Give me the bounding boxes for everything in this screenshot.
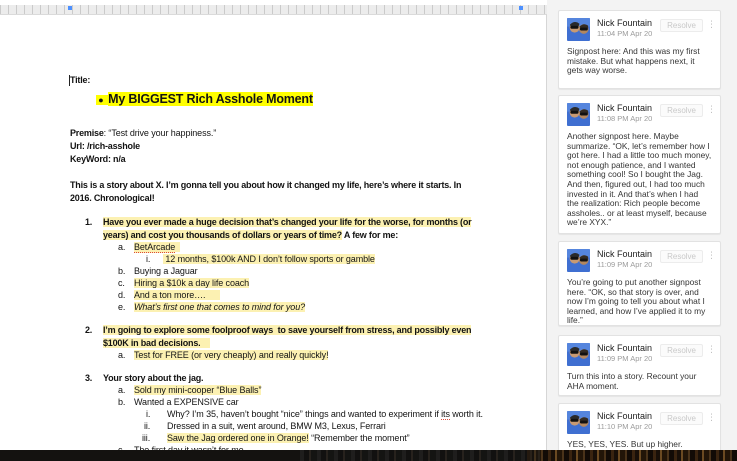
background-texture: [300, 450, 540, 461]
list-marker: 1.: [85, 217, 92, 228]
avatar: [567, 249, 590, 272]
doc-text: Premise: “Test drive your happiness.”: [70, 128, 216, 139]
comment-author: Nick Fountain: [597, 411, 652, 421]
doc-text: Dressed in a suit, went around, BMW M3, …: [167, 421, 386, 432]
background-window-strip: [0, 450, 737, 461]
doc-text: Buying a Jaguar: [134, 266, 198, 277]
indent-marker[interactable]: [68, 6, 72, 10]
doc-text: ● My BIGGEST Rich Asshole Moment: [96, 94, 313, 106]
list-marker: 2.: [85, 325, 92, 336]
list-marker: a.: [118, 350, 125, 361]
doc-text: Test for FREE (or very cheaply) and real…: [134, 350, 328, 361]
doc-text: KeyWord: n/a: [70, 154, 125, 165]
doc-text: Have you ever made a huge decision that’…: [103, 217, 471, 228]
list-marker: i.: [146, 409, 150, 420]
comment-body: Another signpost here. Maybe summarize. …: [567, 132, 712, 228]
comment-author: Nick Fountain: [597, 343, 652, 353]
comment-timestamp: 11:09 PM Apr 20: [597, 354, 652, 363]
doc-text: Wanted a EXPENSIVE car: [134, 397, 239, 408]
doc-text: Url: /rich-asshole: [70, 141, 140, 152]
list-marker: c.: [118, 278, 125, 289]
doc-text: 2016. Chronological!: [70, 193, 155, 204]
list-marker: e.: [118, 302, 125, 313]
docs-window: Title: ● My BIGGEST Rich Asshole Moment P…: [0, 0, 737, 461]
doc-text: Sold my mini-cooper “Blue Balls”: [134, 385, 261, 396]
comment-card[interactable]: Nick Fountain11:09 PM Apr 20 Resolve ⋮ Turn…: [558, 335, 721, 396]
avatar: [567, 18, 590, 41]
comment-timestamp: 11:09 PM Apr 20: [597, 260, 652, 269]
list-marker: b.: [118, 397, 125, 408]
resolve-button[interactable]: Resolve: [660, 412, 703, 425]
list-marker: a.: [118, 242, 125, 253]
doc-text: This is a story about X. I’m gonna tell …: [70, 180, 461, 191]
doc-text: Title:: [70, 75, 90, 86]
resolve-button[interactable]: Resolve: [660, 250, 703, 263]
right-indent-marker[interactable]: [519, 6, 523, 10]
comment-body: Turn this into a story. Recount your AHA…: [567, 372, 712, 391]
comment-author: Nick Fountain: [597, 18, 652, 28]
resolve-button[interactable]: Resolve: [660, 19, 703, 32]
comment-author: Nick Fountain: [597, 103, 652, 113]
comment-timestamp: 11:10 PM Apr 20: [597, 422, 652, 431]
list-marker: ii.: [144, 421, 150, 432]
comment-menu-icon[interactable]: ⋮: [707, 413, 716, 422]
doc-text: BetArcade: [134, 242, 180, 253]
comment-card[interactable]: Nick Fountain11:09 PM Apr 20 Resolve ⋮ You’…: [558, 241, 721, 326]
comment-body: You’re going to put another signpost her…: [567, 278, 712, 326]
doc-text: $100K in bad decisions.: [103, 338, 210, 349]
resolve-button[interactable]: Resolve: [660, 104, 703, 117]
list-marker: d.: [118, 290, 125, 301]
avatar: [567, 103, 590, 126]
list-marker: iii.: [142, 433, 150, 444]
doc-text: And a ton more….: [134, 290, 220, 301]
doc-text: Why? I’m 35, haven’t bought “nice” thing…: [167, 409, 483, 420]
comment-body: YES, YES, YES. But up higher.: [567, 440, 712, 450]
comment-author: Nick Fountain: [597, 249, 652, 259]
background-texture: [527, 450, 737, 461]
comment-timestamp: 11:08 PM Apr 20: [597, 114, 652, 123]
comment-menu-icon[interactable]: ⋮: [707, 345, 716, 354]
comment-menu-icon[interactable]: ⋮: [707, 20, 716, 29]
comment-body: Signpost here: And this was my first mis…: [567, 47, 712, 76]
list-marker: a.: [118, 385, 125, 396]
avatar: [567, 411, 590, 434]
doc-text: I’m going to explore some foolproof ways…: [103, 325, 471, 336]
doc-text: Saw the Jag ordered one in Orange! “Reme…: [167, 433, 410, 444]
list-marker: 3.: [85, 373, 92, 384]
list-marker: i.: [146, 254, 150, 265]
comment-card[interactable]: Nick Fountain11:04 PM Apr 20 Resolve ⋮ Sign…: [558, 10, 721, 89]
doc-page[interactable]: Title: ● My BIGGEST Rich Asshole Moment P…: [0, 14, 547, 461]
comment-menu-icon[interactable]: ⋮: [707, 105, 716, 114]
doc-text: 12 months, $100k AND I don’t follow spor…: [163, 254, 375, 265]
doc-text: Your story about the jag.: [103, 373, 203, 384]
comment-timestamp: 11:04 PM Apr 20: [597, 29, 652, 38]
doc-text: Hiring a $10k a day life coach: [134, 278, 249, 289]
list-marker: b.: [118, 266, 125, 277]
comment-card[interactable]: Nick Fountain11:08 PM Apr 20 Resolve ⋮ Anot…: [558, 95, 721, 234]
doc-text: years) and cost you thousands of dollars…: [103, 230, 398, 241]
comment-menu-icon[interactable]: ⋮: [707, 251, 716, 260]
avatar: [567, 343, 590, 366]
resolve-button[interactable]: Resolve: [660, 344, 703, 357]
doc-text: What’s first one that comes to mind for …: [134, 302, 305, 313]
